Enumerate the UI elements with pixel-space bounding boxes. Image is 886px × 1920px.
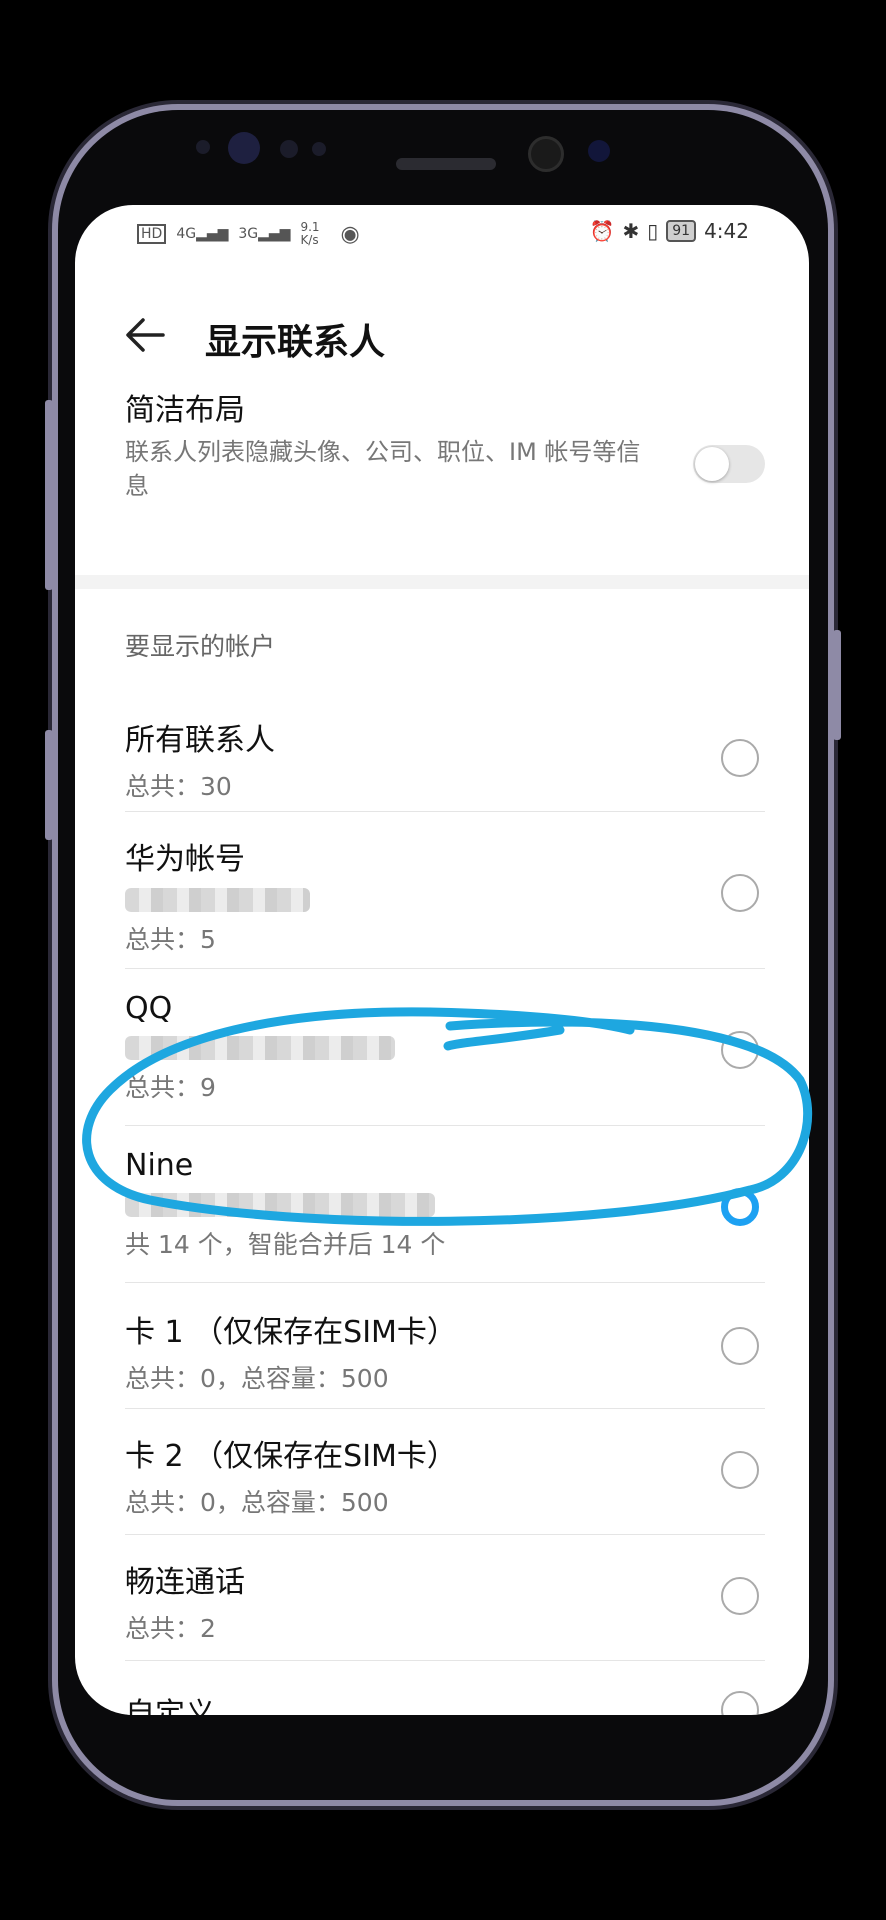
list-item[interactable]: 华为帐号 总共：5 xyxy=(125,812,765,969)
redacted-account-id xyxy=(125,1193,435,1217)
sensor-icon xyxy=(196,140,210,154)
account-title: 卡 2 （仅保存在SIM卡） xyxy=(125,1439,457,1474)
flash-icon xyxy=(588,140,610,162)
signal-3g-icon: 3G▂▄▆ xyxy=(238,226,291,242)
radio-button-selected[interactable] xyxy=(721,1188,759,1226)
earpiece xyxy=(396,158,496,170)
account-count: 总共：5 xyxy=(125,925,216,954)
front-camera-icon xyxy=(528,136,564,172)
radio-button[interactable] xyxy=(721,1577,759,1615)
radio-button[interactable] xyxy=(721,1327,759,1365)
account-title: 卡 1 （仅保存在SIM卡） xyxy=(125,1315,457,1350)
simple-layout-toggle[interactable] xyxy=(693,445,765,483)
bixby-button xyxy=(833,630,841,740)
list-item[interactable]: Nine 共 14 个，智能合并后 14 个 xyxy=(125,1126,765,1283)
network-speed: 9.1 K/s xyxy=(300,220,320,247)
bluetooth-icon: ✱ xyxy=(622,219,640,243)
simple-layout-row[interactable]: 简洁布局 联系人列表隐藏头像、公司、职位、IM 帐号等信息 xyxy=(125,385,765,503)
volume-button xyxy=(45,400,53,590)
simple-layout-title: 简洁布局 xyxy=(125,393,245,428)
account-title: QQ xyxy=(125,991,173,1026)
redacted-account-id xyxy=(125,1036,395,1060)
account-title: 所有联系人 xyxy=(125,723,275,758)
sensor-icon xyxy=(280,140,298,158)
list-item[interactable]: 所有联系人 总共：30 xyxy=(125,685,765,812)
list-item[interactable]: 卡 1 （仅保存在SIM卡） 总共：0，总容量：500 xyxy=(125,1283,765,1409)
status-bar: HD 4G▂▄▆ 3G▂▄▆ 9.1 K/s ◉ ⏰ ✱ ▯ 91 4:42 xyxy=(75,205,809,265)
iris-camera-icon xyxy=(228,132,260,164)
eye-comfort-icon: ◉ xyxy=(340,221,360,247)
list-item[interactable]: QQ 总共：9 xyxy=(125,969,765,1126)
account-count: 总共：0，总容量：500 xyxy=(125,1488,389,1517)
simple-layout-description: 联系人列表隐藏头像、公司、职位、IM 帐号等信息 xyxy=(125,438,641,500)
radio-button[interactable] xyxy=(721,739,759,777)
signal-4g-icon: 4G▂▄▆ xyxy=(176,226,229,242)
radio-button[interactable] xyxy=(721,1451,759,1489)
list-item[interactable]: 自定义 xyxy=(125,1661,765,1715)
battery-icon: 91 xyxy=(666,220,697,242)
top-bezel xyxy=(58,110,828,205)
clock: 4:42 xyxy=(704,219,749,243)
account-count: 共 14 个，智能合并后 14 个 xyxy=(125,1230,446,1259)
alarm-icon: ⏰ xyxy=(589,219,615,243)
account-title: Nine xyxy=(125,1148,194,1183)
account-list: 所有联系人 总共：30 华为帐号 总共：5 QQ 总共：9 Nine 共 14 … xyxy=(125,685,765,1715)
back-arrow-icon[interactable] xyxy=(123,315,167,355)
redacted-account-id xyxy=(125,888,310,912)
screen: HD 4G▂▄▆ 3G▂▄▆ 9.1 K/s ◉ ⏰ ✱ ▯ 91 4:42 显… xyxy=(75,205,809,1715)
phone-frame: HD 4G▂▄▆ 3G▂▄▆ 9.1 K/s ◉ ⏰ ✱ ▯ 91 4:42 显… xyxy=(45,110,841,1800)
list-item[interactable]: 卡 2 （仅保存在SIM卡） 总共：0，总容量：500 xyxy=(125,1409,765,1535)
vibrate-icon: ▯ xyxy=(647,219,659,243)
account-count: 总共：30 xyxy=(125,772,232,801)
radio-button[interactable] xyxy=(721,874,759,912)
account-count: 总共：2 xyxy=(125,1614,216,1643)
page-title: 显示联系人 xyxy=(205,322,386,363)
account-title: 华为帐号 xyxy=(125,842,245,877)
hd-icon: HD xyxy=(137,224,167,244)
account-title: 自定义 xyxy=(125,1697,215,1715)
account-title: 畅连通话 xyxy=(125,1565,245,1600)
account-count: 总共：0，总容量：500 xyxy=(125,1364,389,1393)
section-divider xyxy=(75,575,809,589)
power-button xyxy=(45,730,53,840)
radio-button[interactable] xyxy=(721,1031,759,1069)
title-bar: 显示联系人 xyxy=(75,285,809,385)
sensor-icon xyxy=(312,142,326,156)
account-count: 总共：9 xyxy=(125,1073,216,1102)
list-item[interactable]: 畅连通话 总共：2 xyxy=(125,1535,765,1661)
section-title: 要显示的帐户 xyxy=(125,632,276,661)
